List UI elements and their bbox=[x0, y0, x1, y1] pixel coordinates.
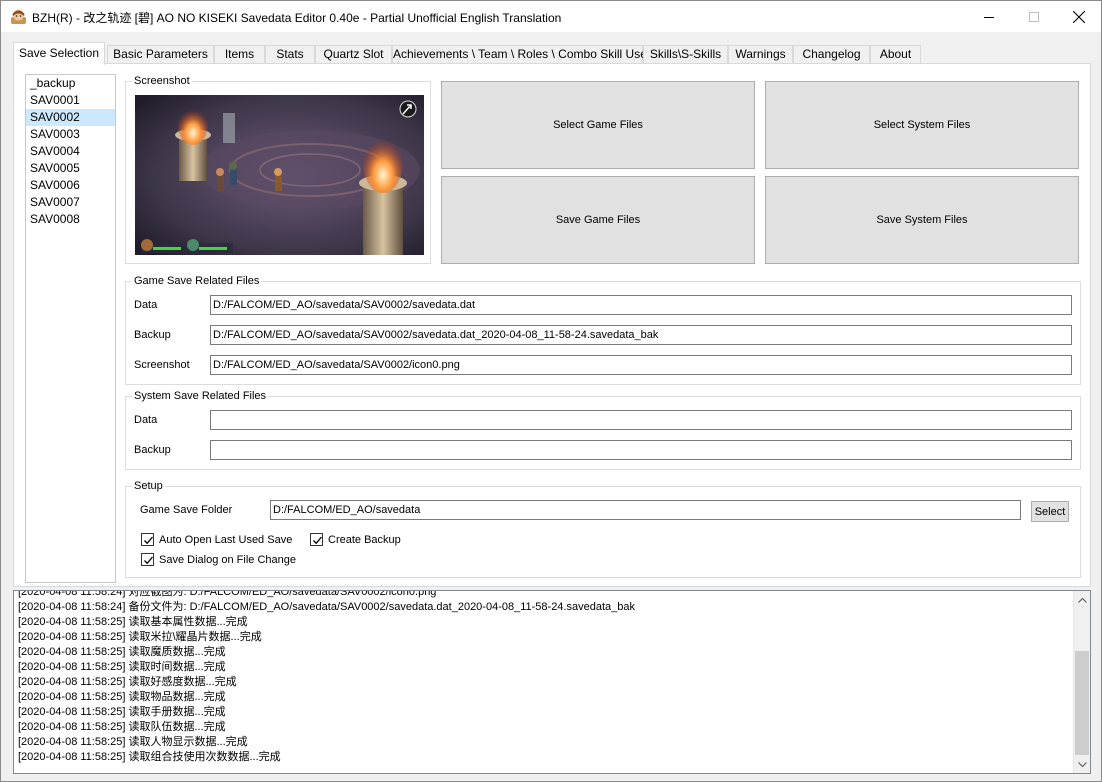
log-line: [2020-04-08 11:58:25] 读取物品数据...完成 bbox=[18, 691, 226, 703]
save-list-item-selected[interactable]: SAV0002 bbox=[26, 109, 115, 126]
log-line: [2020-04-08 11:58:25] 读取米拉\耀晶片数据...完成 bbox=[18, 631, 262, 643]
log-line: [2020-04-08 11:58:25] 读取组合技使用次数数据...完成 bbox=[18, 751, 281, 763]
tab-quartz-slot[interactable]: Quartz Slot bbox=[315, 45, 392, 64]
save-list-item[interactable]: SAV0004 bbox=[26, 143, 115, 160]
screenshot-group-title: Screenshot bbox=[132, 74, 192, 88]
tab-changelog[interactable]: Changelog bbox=[793, 45, 870, 64]
game-backup-field[interactable]: D:/FALCOM/ED_AO/savedata/SAV0002/savedat… bbox=[210, 325, 1072, 345]
save-system-files-button[interactable]: Save System Files bbox=[765, 176, 1079, 264]
game-save-folder-field[interactable]: D:/FALCOM/ED_AO/savedata bbox=[270, 500, 1021, 520]
save-list-item[interactable]: SAV0006 bbox=[26, 177, 115, 194]
system-data-label: Data bbox=[134, 414, 158, 426]
log-output[interactable]: [2020-04-08 11:58:24] 对应截图为: D:/FALCOM/E… bbox=[13, 590, 1091, 774]
log-line: [2020-04-08 11:58:24] 对应截图为: D:/FALCOM/E… bbox=[18, 590, 437, 598]
minimize-icon bbox=[984, 16, 994, 18]
game-save-files-title: Game Save Related Files bbox=[132, 274, 262, 288]
window-title: BZH(R) - 改之轨迹 [碧] AO NO KISEKI Savedata … bbox=[32, 11, 562, 25]
scroll-down-button[interactable] bbox=[1074, 756, 1090, 773]
tab-save-selection[interactable]: Save Selection bbox=[13, 42, 105, 65]
title-bar: BZH(R) - 改之轨迹 [碧] AO NO KISEKI Savedata … bbox=[1, 1, 1101, 32]
checkbox-box[interactable] bbox=[141, 533, 154, 546]
game-backup-label: Backup bbox=[134, 329, 171, 341]
save-list-item[interactable]: SAV0005 bbox=[26, 160, 115, 177]
tab-achievements[interactable]: Achievements \ Team \ Roles \ Combo Skil… bbox=[392, 45, 653, 64]
log-line: [2020-04-08 11:58:25] 读取魔质数据...完成 bbox=[18, 646, 226, 658]
save-dialog-checkbox[interactable]: Save Dialog on File Change bbox=[141, 553, 296, 566]
close-icon bbox=[1073, 10, 1085, 23]
game-data-label: Data bbox=[134, 299, 158, 311]
select-system-files-button[interactable]: Select System Files bbox=[765, 81, 1079, 169]
close-button[interactable] bbox=[1056, 1, 1102, 32]
system-save-files-group: System Save Related Files Data Backup bbox=[125, 389, 1081, 470]
maximize-button[interactable] bbox=[1011, 1, 1057, 32]
auto-open-checkbox[interactable]: Auto Open Last Used Save bbox=[141, 533, 292, 546]
scroll-thumb[interactable] bbox=[1075, 651, 1089, 755]
scroll-up-button[interactable] bbox=[1074, 591, 1090, 608]
checkmark-icon bbox=[144, 536, 153, 545]
log-line: [2020-04-08 11:58:25] 读取基本属性数据...完成 bbox=[18, 616, 248, 628]
checkmark-icon bbox=[144, 556, 153, 565]
log-line: [2020-04-08 11:58:25] 读取人物显示数据...完成 bbox=[18, 736, 248, 748]
select-game-files-button[interactable]: Select Game Files bbox=[441, 81, 755, 169]
tab-basic-parameters[interactable]: Basic Parameters bbox=[107, 45, 214, 64]
setup-title: Setup bbox=[132, 479, 165, 493]
save-screenshot-image bbox=[135, 95, 424, 255]
checkbox-box[interactable] bbox=[141, 553, 154, 566]
tab-warnings[interactable]: Warnings bbox=[728, 45, 793, 64]
game-screenshot-field[interactable]: D:/FALCOM/ED_AO/savedata/SAV0002/icon0.p… bbox=[210, 355, 1072, 375]
save-game-files-button[interactable]: Save Game Files bbox=[441, 176, 755, 264]
save-list-item[interactable]: SAV0007 bbox=[26, 194, 115, 211]
tab-skills[interactable]: Skills\S-Skills bbox=[643, 45, 728, 64]
save-selection-panel: _backup SAV0001 SAV0002 SAV0003 SAV0004 … bbox=[13, 63, 1091, 587]
select-folder-button[interactable]: Select bbox=[1031, 501, 1069, 522]
save-list[interactable]: _backup SAV0001 SAV0002 SAV0003 SAV0004 … bbox=[25, 74, 116, 583]
checkbox-box[interactable] bbox=[310, 533, 323, 546]
log-lines: [2020-04-08 11:58:24] 对应截图为: D:/FALCOM/E… bbox=[18, 590, 1072, 765]
setup-group: Setup Game Save Folder D:/FALCOM/ED_AO/s… bbox=[125, 479, 1081, 578]
log-line: [2020-04-08 11:58:25] 读取手册数据...完成 bbox=[18, 706, 226, 718]
save-list-item[interactable]: _backup bbox=[26, 75, 115, 92]
tab-stats[interactable]: Stats bbox=[265, 45, 315, 64]
create-backup-label: Create Backup bbox=[328, 533, 401, 546]
chevron-down-icon bbox=[1077, 761, 1087, 767]
create-backup-checkbox[interactable]: Create Backup bbox=[310, 533, 401, 546]
game-data-field[interactable]: D:/FALCOM/ED_AO/savedata/SAV0002/savedat… bbox=[210, 295, 1072, 315]
log-line: [2020-04-08 11:58:25] 读取时间数据...完成 bbox=[18, 661, 226, 673]
save-dialog-label: Save Dialog on File Change bbox=[159, 553, 296, 566]
chevron-up-icon bbox=[1077, 597, 1087, 603]
system-save-files-title: System Save Related Files bbox=[132, 389, 269, 403]
save-list-item[interactable]: SAV0003 bbox=[26, 126, 115, 143]
tab-items[interactable]: Items bbox=[214, 45, 265, 64]
game-save-folder-label: Game Save Folder bbox=[140, 504, 233, 516]
game-save-files-group: Game Save Related Files Data D:/FALCOM/E… bbox=[125, 274, 1081, 385]
system-data-field[interactable] bbox=[210, 410, 1072, 430]
log-line: [2020-04-08 11:58:25] 读取好感度数据...完成 bbox=[18, 676, 237, 688]
log-scrollbar[interactable] bbox=[1073, 591, 1090, 773]
save-list-item[interactable]: SAV0001 bbox=[26, 92, 115, 109]
save-list-item[interactable]: SAV0008 bbox=[26, 211, 115, 228]
system-backup-label: Backup bbox=[134, 444, 171, 456]
checkmark-icon bbox=[313, 536, 322, 545]
auto-open-label: Auto Open Last Used Save bbox=[159, 533, 293, 546]
tab-about[interactable]: About bbox=[870, 45, 921, 64]
system-backup-field[interactable] bbox=[210, 440, 1072, 460]
minimize-button[interactable] bbox=[966, 1, 1012, 32]
main-window: BZH(R) - 改之轨迹 [碧] AO NO KISEKI Savedata … bbox=[0, 0, 1102, 782]
log-line: [2020-04-08 11:58:25] 读取队伍数据...完成 bbox=[18, 721, 226, 733]
maximize-icon bbox=[1029, 11, 1039, 22]
screenshot-group: Screenshot bbox=[125, 74, 431, 264]
app-icon bbox=[10, 8, 27, 25]
game-screenshot-label: Screenshot bbox=[134, 359, 190, 371]
log-line: [2020-04-08 11:58:24] 备份文件为: D:/FALCOM/E… bbox=[18, 601, 635, 613]
